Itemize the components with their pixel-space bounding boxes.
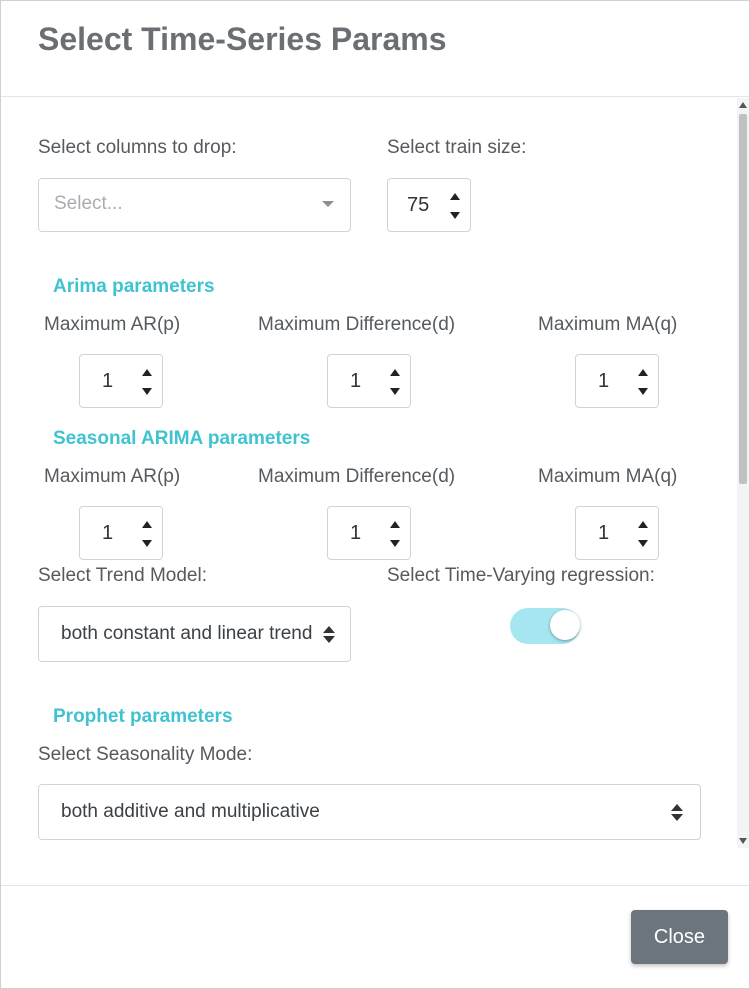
seasonal-diff-label: Maximum Difference(d) [258, 466, 456, 487]
seasonal-ma-input[interactable]: 1 [575, 506, 659, 560]
close-button[interactable]: Close [631, 910, 728, 964]
scroll-down-icon[interactable] [739, 838, 747, 844]
seasonal-ar-label: Maximum AR(p) [44, 466, 181, 487]
arima-ma-value: 1 [598, 370, 610, 392]
seasonal-ma-label: Maximum MA(q) [538, 466, 678, 487]
modal-header: Select Time-Series Params [1, 1, 749, 97]
scroll-up-icon[interactable] [739, 102, 747, 108]
seasonal-ar-input[interactable]: 1 [79, 506, 163, 560]
arima-ar-input[interactable]: 1 [79, 354, 163, 408]
columns-drop-label: Select columns to drop: [38, 137, 237, 158]
seasonality-mode-value: both additive and multiplicative [61, 801, 320, 822]
arima-diff-value: 1 [350, 370, 362, 392]
train-size-value: 75 [407, 194, 430, 216]
trend-model-label: Select Trend Model: [38, 565, 207, 586]
seasonal-diff-input[interactable]: 1 [327, 506, 411, 560]
decrement-icon[interactable] [390, 540, 400, 547]
arima-diff-label: Maximum Difference(d) [258, 314, 456, 335]
decrement-icon[interactable] [638, 388, 648, 395]
time-varying-toggle[interactable] [510, 606, 582, 646]
seasonal-ar-value: 1 [102, 522, 114, 544]
decrement-icon[interactable] [450, 212, 460, 219]
decrement-icon[interactable] [142, 540, 152, 547]
increment-icon[interactable] [142, 521, 152, 528]
modal-dialog: Select Time-Series Params Select columns… [0, 0, 750, 989]
arima-ar-label: Maximum AR(p) [44, 314, 181, 335]
increment-icon[interactable] [638, 521, 648, 528]
arima-ma-label: Maximum MA(q) [538, 314, 678, 335]
time-varying-label: Select Time-Varying regression: [387, 565, 655, 586]
train-size-input[interactable]: 75 [387, 178, 471, 232]
decrement-icon[interactable] [390, 388, 400, 395]
columns-drop-placeholder: Select... [54, 193, 123, 214]
arima-ma-input[interactable]: 1 [575, 354, 659, 408]
decrement-icon[interactable] [142, 388, 152, 395]
seasonal-diff-value: 1 [350, 522, 362, 544]
columns-drop-select[interactable]: Select... [38, 178, 351, 232]
arima-diff-input[interactable]: 1 [327, 354, 411, 408]
select-arrows-icon[interactable] [671, 803, 683, 823]
modal-body: Select columns to drop: Select... Select… [1, 98, 749, 848]
train-size-label: Select train size: [387, 137, 527, 158]
trend-model-value: both constant and linear trend [61, 623, 313, 644]
increment-icon[interactable] [638, 369, 648, 376]
modal-scrollbar[interactable] [737, 98, 749, 848]
scroll-thumb[interactable] [739, 114, 747, 484]
increment-icon[interactable] [390, 521, 400, 528]
seasonality-mode-select[interactable]: both additive and multiplicative [38, 784, 701, 840]
arima-section-title: Arima parameters [53, 276, 215, 297]
seasonal-ma-value: 1 [598, 522, 610, 544]
toggle-knob [550, 610, 580, 640]
increment-icon[interactable] [390, 369, 400, 376]
seasonal-arima-section-title: Seasonal ARIMA parameters [53, 428, 311, 449]
decrement-icon[interactable] [638, 540, 648, 547]
arima-ar-value: 1 [102, 370, 114, 392]
modal-title: Select Time-Series Params [38, 21, 447, 57]
prophet-section-title: Prophet parameters [53, 706, 233, 727]
increment-icon[interactable] [450, 193, 460, 200]
seasonality-mode-label: Select Seasonality Mode: [38, 744, 253, 765]
trend-model-select[interactable]: both constant and linear trend [38, 606, 351, 662]
chevron-down-icon[interactable] [322, 201, 334, 207]
select-arrows-icon[interactable] [321, 625, 350, 645]
increment-icon[interactable] [142, 369, 152, 376]
